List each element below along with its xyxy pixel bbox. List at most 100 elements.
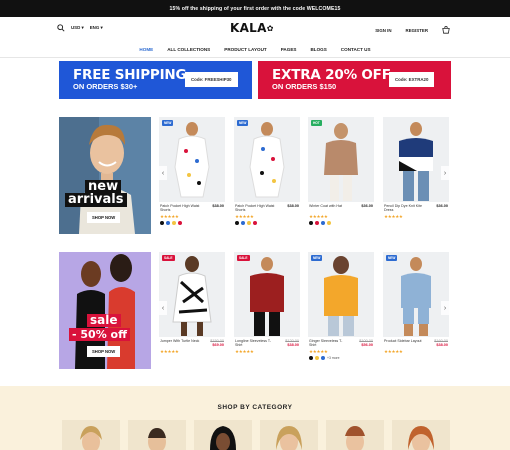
color-swatch[interactable] [321,221,325,225]
product-rating: ★★★★★ [235,214,254,219]
new-arrivals-banner[interactable]: new arrivals SHOP NOW [59,117,151,234]
shop-now-button[interactable]: SHOP NOW [87,346,121,357]
chevron-right-icon: › [443,169,447,177]
banner-subheading: - 50% off [69,328,131,341]
register-link[interactable]: REGISTER [406,28,428,33]
product-rating: ★★★★★ [160,349,179,354]
product-badge: SALE [237,255,250,261]
product-image[interactable]: NEW [234,117,300,202]
product-image[interactable]: NEW [383,252,449,337]
shop-now-button[interactable]: SHOP NOW [87,212,121,223]
color-swatch[interactable] [172,221,176,225]
color-swatch[interactable] [327,221,331,225]
section-title: SHOP BY CATEGORY [217,404,293,411]
color-swatch[interactable] [241,221,245,225]
product-name[interactable]: Patch Pocket High Waist Shorts [235,204,275,213]
carousel-prev-button[interactable]: ‹ [159,166,167,180]
product-image[interactable] [383,117,449,202]
sign-in-link[interactable]: SIGN IN [375,28,391,33]
product-image[interactable]: NEW [159,117,225,202]
nav-item-all-collections[interactable]: ALL COLLECTIONS [167,47,210,52]
product-name[interactable]: Pencil Dip Dye Knit Kite Dress [384,204,424,213]
color-swatch[interactable] [309,356,313,360]
promo-free-shipping[interactable]: FREE SHIPPING ON ORDERS $30+ Code: FREES… [59,61,252,99]
promo-title: EXTRA 20% OFF [272,66,391,83]
carousel-next-button[interactable]: › [441,166,449,180]
nav-item-product-layout[interactable]: PRODUCT LAYOUT [224,47,266,52]
product-sale-price: $38.00 [287,343,299,347]
product-card[interactable]: NEW Product Sidebar Layout $160.00 $38.00… [383,252,449,354]
search-icon[interactable] [57,24,65,32]
product-name[interactable]: Patch Pocket High Waist Shorts [160,204,200,213]
site-logo[interactable]: KALA✿ [230,21,274,35]
product-swatches [160,221,182,225]
banner-heading: sale [87,314,121,327]
nav-item-blogs[interactable]: BLOGS [310,47,326,52]
product-name[interactable]: Ginger Sleeveless T-Shirt [309,339,349,348]
product-sale-price: $38.00 [436,343,448,347]
product-rating: ★★★★★ [235,349,254,354]
product-card[interactable]: HOT Winter Coat with Hat $36.00 ★★★★★ [308,117,374,225]
product-card[interactable]: NEW Patch Pocket High Waist Shorts $38.0… [234,117,300,225]
color-swatch[interactable] [160,221,164,225]
main-nav: HOME ALL COLLECTIONS PRODUCT LAYOUT PAGE… [0,41,510,57]
nav-item-pages[interactable]: PAGES [281,47,297,52]
product-price: $38.00 [212,204,224,208]
color-swatch[interactable] [166,221,170,225]
product-price: $150.00 $69.00 [210,339,224,347]
product-name[interactable]: Jumper With Turtle Neck [160,339,200,343]
product-card[interactable]: SALE Jumper With Turtle Neck $150.00 $69.… [159,252,225,354]
chevron-left-icon: ‹ [161,304,165,312]
product-card[interactable]: NEW Patch Pocket High Waist Shorts $38.0… [159,117,225,225]
product-price: $100.00 $56.00 [359,339,373,347]
currency-select[interactable]: USD ▾ [71,25,84,31]
promo-code: Code: EXTRA20 [389,72,435,87]
color-swatch[interactable] [315,356,319,360]
product-card[interactable]: NEW Ginger Sleeveless T-Shirt $100.00 $56… [308,252,374,360]
language-select[interactable]: ENG ▾ [90,25,103,31]
category-tile[interactable] [62,420,120,450]
cart-icon[interactable] [442,26,450,34]
header-left: USD ▾ ENG ▾ [57,24,103,32]
promo-code: Code: FREESHIP30 [185,72,238,87]
product-swatches [309,221,331,225]
product-image[interactable]: SALE [159,252,225,337]
product-image[interactable]: SALE [234,252,300,337]
product-name[interactable]: Longline Sleeveless T-Shirt [235,339,275,348]
category-tile[interactable] [194,420,252,450]
product-rating: ★★★★★ [309,214,328,219]
color-swatch[interactable] [247,221,251,225]
category-tile[interactable] [260,420,318,450]
category-tile[interactable] [128,420,186,450]
promo-extra-off[interactable]: EXTRA 20% OFF ON ORDERS $150 Code: EXTRA… [258,61,451,99]
shop-by-category-section: SHOP BY CATEGORY [0,386,510,450]
carousel-next-button[interactable]: › [441,301,449,315]
product-badge: NEW [311,255,323,261]
color-swatch[interactable] [235,221,239,225]
color-swatch[interactable] [309,221,313,225]
color-swatch[interactable] [178,221,182,225]
nav-item-contact-us[interactable]: CONTACT US [341,47,371,52]
nav-item-home[interactable]: HOME [139,47,153,52]
promo-title: FREE SHIPPING [73,66,187,83]
product-card[interactable]: Pencil Dip Dye Knit Kite Dress $36.00 ★★… [383,117,449,219]
product-name[interactable]: Winter Coat with Hat [309,204,349,208]
sale-banner[interactable]: sale - 50% off SHOP NOW [59,252,151,369]
product-name[interactable]: Product Sidebar Layout [384,339,424,343]
product-card[interactable]: SALE Longline Sleeveless T-Shirt $120.00… [234,252,300,354]
color-swatch[interactable] [253,221,257,225]
color-swatch[interactable] [315,221,319,225]
announcement-bar: 15% off the shipping of your first order… [0,0,510,17]
announcement-text: 15% off the shipping of your first order… [169,5,341,12]
category-tile[interactable] [326,420,384,450]
banner-subheading: arrivals [65,193,127,207]
color-swatch[interactable] [321,356,325,360]
more-colors-link[interactable]: +3 more [327,356,340,360]
carousel-prev-button[interactable]: ‹ [159,301,167,315]
product-image[interactable]: HOT [308,117,374,202]
site-header: USD ▾ ENG ▾ KALA✿ SIGN IN REGISTER [0,17,510,41]
product-image[interactable]: NEW [308,252,374,337]
product-badge: NEW [386,255,398,261]
product-badge: HOT [311,120,322,126]
category-tile[interactable] [392,420,450,450]
